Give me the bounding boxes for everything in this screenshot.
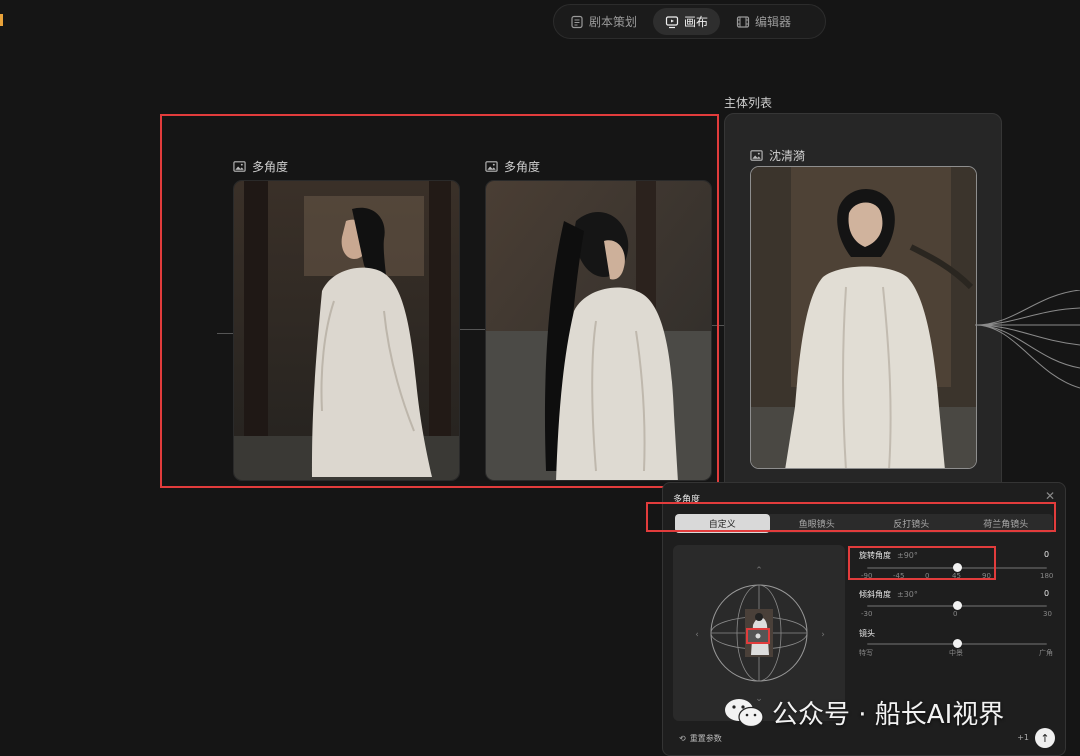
mode-canvas-label: 画布 [684, 15, 709, 29]
lens-slider[interactable] [867, 639, 1047, 648]
tilt-hint: ±30° [897, 590, 918, 599]
watermark: 公众号 · 船长AI视界 [724, 694, 1004, 731]
canvas: 剧本策划 画布 编辑器 多角度 多角度 主体列表 沈清漪 多角度 ✕ 自定义 鱼… [0, 0, 1080, 756]
image-icon [750, 150, 763, 161]
canvas-icon [665, 15, 679, 28]
mode-script-label: 剧本策划 [589, 15, 638, 29]
arrow-up-icon[interactable]: ↑ [1035, 728, 1055, 748]
subject-list-label: 主体列表 [724, 96, 773, 110]
tilt-value: 0 [1044, 589, 1050, 598]
svg-text:‹: ‹ [695, 630, 699, 640]
mode-canvas[interactable]: 画布 [653, 8, 721, 35]
lens-label: 镜头 [859, 629, 875, 638]
tilt-tick: 30 [1043, 610, 1052, 618]
reset-icon: ⟲ [679, 734, 686, 743]
tilt-tick: -30 [861, 610, 873, 618]
tilt-label-text: 倾斜角度 [859, 590, 891, 599]
subject-card-image[interactable] [750, 166, 977, 469]
tilt-tick: 0 [953, 610, 958, 618]
wechat-icon [725, 698, 764, 727]
svg-text:⌃: ⌃ [755, 566, 763, 576]
script-icon [571, 15, 583, 28]
subject-card-title: 沈清漪 [750, 147, 805, 164]
mode-editor[interactable]: 编辑器 [724, 8, 803, 35]
rotation-value: 0 [1044, 550, 1050, 559]
watermark-text: 公众号 · 船长AI视界 [772, 700, 1005, 730]
tilt-slider-thumb[interactable] [952, 601, 962, 610]
highlight-nodes-box [160, 114, 719, 488]
reset-button[interactable]: ⟲ 重置参数 [679, 733, 722, 744]
lens-slider-thumb[interactable] [952, 639, 962, 648]
highlight-tabs-box [646, 502, 1056, 532]
svg-text:›: › [821, 630, 825, 640]
count-badge: +1 [1017, 733, 1029, 742]
mode-switcher: 剧本策划 画布 编辑器 [553, 4, 826, 39]
tilt-label: 倾斜角度 ±30° [859, 589, 918, 600]
woman-front-portrait-photo [751, 167, 976, 468]
corner-mark [0, 14, 3, 26]
highlight-rotation-box [848, 546, 996, 580]
lens-tick: 中景 [949, 649, 963, 657]
mode-editor-label: 编辑器 [755, 15, 792, 29]
tilt-slider[interactable] [867, 601, 1047, 610]
lens-tick: 特写 [859, 649, 873, 657]
lens-tick: 广角 [1039, 649, 1053, 657]
close-icon[interactable]: ✕ [1045, 489, 1055, 503]
mode-script[interactable]: 剧本策划 [558, 8, 649, 35]
reset-label: 重置参数 [689, 734, 722, 743]
subject-card-title-text: 沈清漪 [769, 149, 806, 163]
outgoing-connection-lines [975, 290, 1080, 389]
film-icon [736, 15, 750, 28]
rotation-end-tick: 180 [1040, 572, 1054, 580]
